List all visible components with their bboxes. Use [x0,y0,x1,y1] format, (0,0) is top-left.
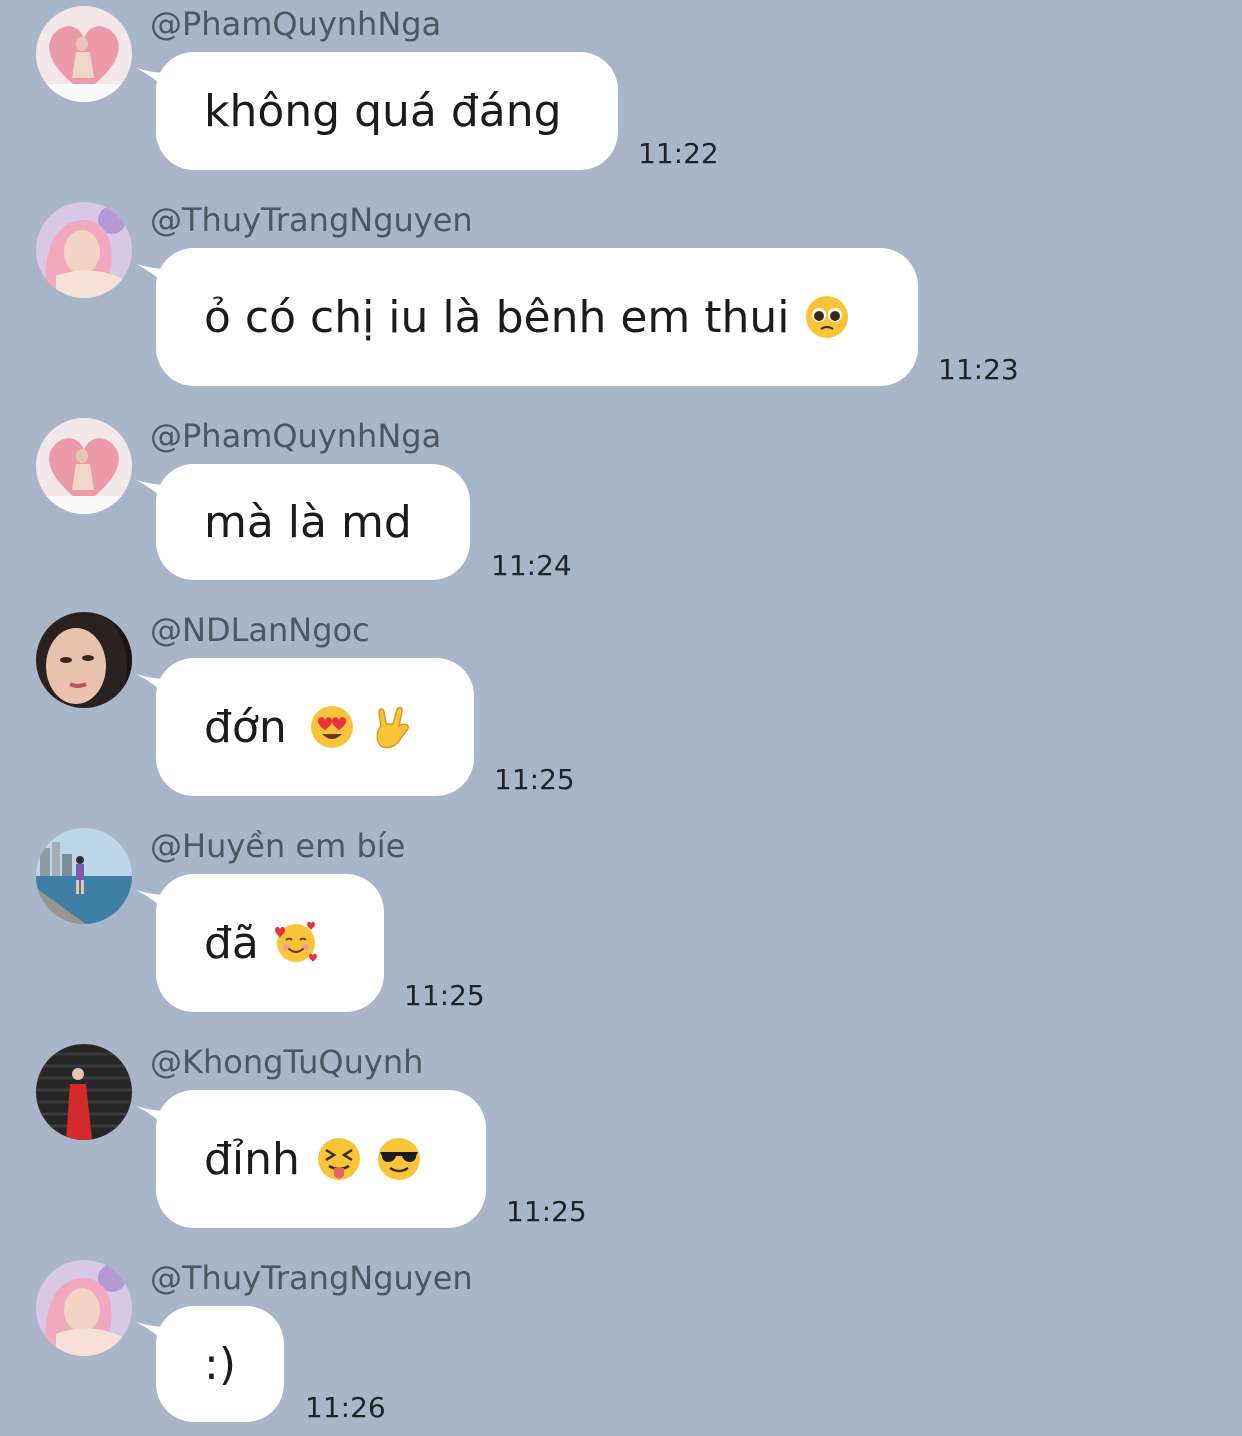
squinting-tongue-emoji-icon [316,1136,362,1182]
message-bubble[interactable]: không quá đáng [156,52,618,170]
pink-hair-avatar-icon [36,202,132,298]
message-text: :) [204,1338,236,1390]
message-bubble[interactable]: đã [156,874,384,1012]
sunglasses-emoji-icon [376,1136,422,1182]
sender-name[interactable]: @NDLanNgoc [150,610,370,650]
message-bubble[interactable]: mà là md [156,464,470,580]
message-time: 11:22 [638,137,719,170]
sender-avatar[interactable] [36,828,132,924]
smiling-face-with-hearts-emoji-icon [273,920,319,966]
message-text: không quá đáng [204,85,562,137]
sender-name[interactable]: @Huyền em bíe [150,826,405,866]
message-text: ỏ có chị iu là bênh em thui [204,291,790,343]
dark-hair-avatar-icon [36,612,132,708]
sender-name[interactable]: @PhamQuynhNga [150,4,441,44]
sender-avatar[interactable] [36,612,132,708]
sender-name[interactable]: @PhamQuynhNga [150,416,441,456]
message-text: đớn [204,701,287,753]
message-time: 11:24 [491,549,572,582]
message-text: đỉnh [204,1133,300,1185]
heart-eyes-emoji-icon [309,704,355,750]
message-time: 11:25 [494,763,575,796]
sender-avatar[interactable] [36,418,132,514]
message-time: 11:25 [404,979,485,1012]
sender-avatar[interactable] [36,202,132,298]
message-time: 11:26 [305,1391,386,1424]
sender-avatar[interactable] [36,1044,132,1140]
message-text: mà là md [204,496,412,548]
message-time: 11:25 [506,1195,587,1228]
chat-area[interactable]: @PhamQuynhNga không quá đáng 11:22 @Thuy… [0,0,1242,1436]
message-time: 11:23 [938,353,1019,386]
sender-avatar[interactable] [36,1260,132,1356]
red-dress-avatar-icon [36,1044,132,1140]
seaside-photo-avatar-icon [36,828,132,924]
sender-name[interactable]: @ThuyTrangNguyen [150,1258,473,1298]
sender-name[interactable]: @ThuyTrangNguyen [150,200,473,240]
love-you-gesture-emoji-icon [367,704,413,750]
sender-avatar[interactable] [36,6,132,102]
pink-heart-avatar-icon [36,6,132,102]
message-text: đã [204,917,259,969]
message-bubble[interactable]: ỏ có chị iu là bênh em thui [156,248,918,386]
message-bubble[interactable]: đớn [156,658,474,796]
pink-heart-avatar-icon [36,418,132,514]
pink-hair-avatar-icon [36,1260,132,1356]
sender-name[interactable]: @KhongTuQuynh [150,1042,423,1082]
message-bubble[interactable]: đỉnh [156,1090,486,1228]
pleading-face-emoji-icon [804,294,850,340]
message-bubble[interactable]: :) [156,1306,284,1422]
